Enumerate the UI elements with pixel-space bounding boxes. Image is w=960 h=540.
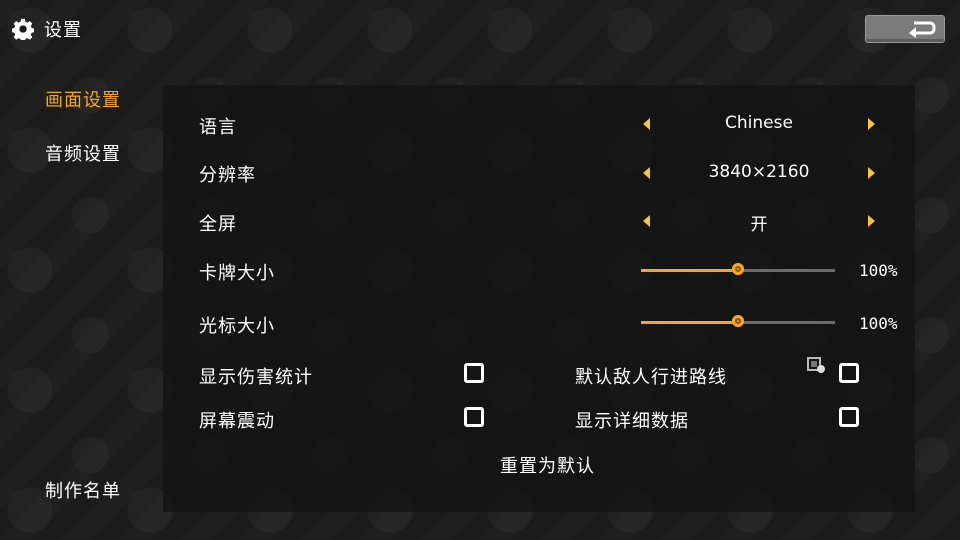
- cursor-size-label: 光标大小: [199, 316, 275, 337]
- fullscreen-selector: 开: [641, 206, 877, 236]
- fullscreen-label: 全屏: [199, 214, 237, 235]
- show-damage-stats-label: 显示伤害统计: [199, 367, 313, 388]
- slider-fill: [641, 269, 738, 272]
- fullscreen-next-arrow-icon[interactable]: [868, 215, 875, 227]
- cursor-size-value: 100%: [859, 314, 898, 333]
- resolution-label: 分辨率: [199, 165, 256, 186]
- show-damage-stats-checkbox[interactable]: [464, 363, 484, 383]
- show-detailed-data-checkbox[interactable]: [839, 407, 859, 427]
- back-button[interactable]: [865, 15, 945, 43]
- header: 设置: [12, 15, 82, 43]
- nav-item-credits[interactable]: 制作名单: [45, 477, 121, 503]
- gear-icon: [12, 18, 34, 40]
- nav-item-audio-settings[interactable]: 音频设置: [45, 140, 121, 166]
- screen-shake-checkbox[interactable]: [464, 407, 484, 427]
- fullscreen-prev-arrow-icon[interactable]: [643, 215, 650, 227]
- resolution-prev-arrow-icon[interactable]: [643, 167, 650, 179]
- language-label: 语言: [199, 117, 237, 138]
- cursor-size-slider[interactable]: [641, 314, 835, 330]
- screen-shake-label: 屏幕震动: [199, 411, 275, 432]
- default-enemy-path-checkbox[interactable]: [839, 363, 859, 383]
- return-arrow-icon: [909, 21, 936, 38]
- show-detailed-data-label: 显示详细数据: [575, 411, 689, 432]
- default-enemy-path-label: 默认敌人行进路线: [575, 367, 727, 388]
- card-size-value: 100%: [859, 261, 898, 280]
- language-prev-arrow-icon[interactable]: [643, 118, 650, 130]
- path-preview-icon: [807, 357, 825, 373]
- resolution-selector: 3840×2160: [641, 158, 877, 188]
- resolution-next-arrow-icon[interactable]: [868, 167, 875, 179]
- reset-to-default-button[interactable]: 重置为默认: [500, 452, 595, 478]
- language-selector: Chinese: [641, 109, 877, 139]
- language-value: Chinese: [725, 113, 793, 133]
- slider-fill: [641, 321, 738, 324]
- nav-item-video-settings[interactable]: 画面设置: [45, 86, 121, 112]
- card-size-label: 卡牌大小: [199, 263, 275, 284]
- card-size-slider[interactable]: [641, 262, 835, 278]
- slider-thumb[interactable]: [732, 315, 744, 327]
- resolution-value: 3840×2160: [708, 162, 810, 182]
- language-next-arrow-icon[interactable]: [868, 118, 875, 130]
- slider-thumb[interactable]: [732, 263, 744, 275]
- page-title: 设置: [44, 20, 82, 41]
- settings-panel: 语言 Chinese 分辨率 3840×2160 全屏 开 卡牌大小 100% …: [163, 85, 915, 512]
- fullscreen-value: 开: [750, 215, 768, 235]
